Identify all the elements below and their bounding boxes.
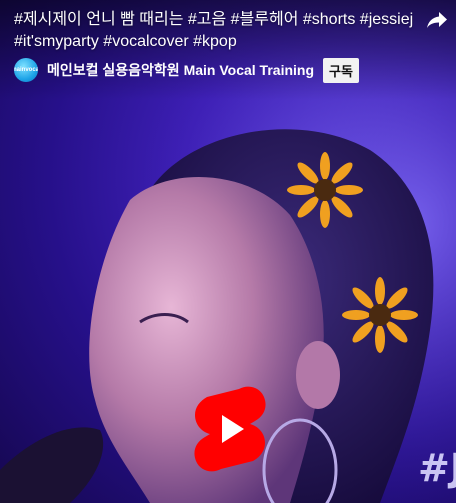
video-title[interactable]: #제시제이 언니 빰 때리는 #고음 #블루헤어 #shorts #jessie… [14,9,414,53]
subscribe-button[interactable]: 구독 [323,57,359,83]
share-button[interactable] [423,6,451,34]
channel-avatar[interactable]: mainvocal [14,58,38,82]
youtube-shorts-play-icon [194,386,266,472]
video-watermark-text: #Je [418,446,456,490]
avatar-logo-text: mainvocal [14,67,38,73]
channel-name[interactable]: 메인보컬 실용음악학원 Main Vocal Training [47,60,314,80]
play-button[interactable] [192,385,268,473]
channel-info: mainvocal 메인보컬 실용음악학원 Main Vocal Trainin… [14,57,359,83]
share-icon [427,12,447,28]
